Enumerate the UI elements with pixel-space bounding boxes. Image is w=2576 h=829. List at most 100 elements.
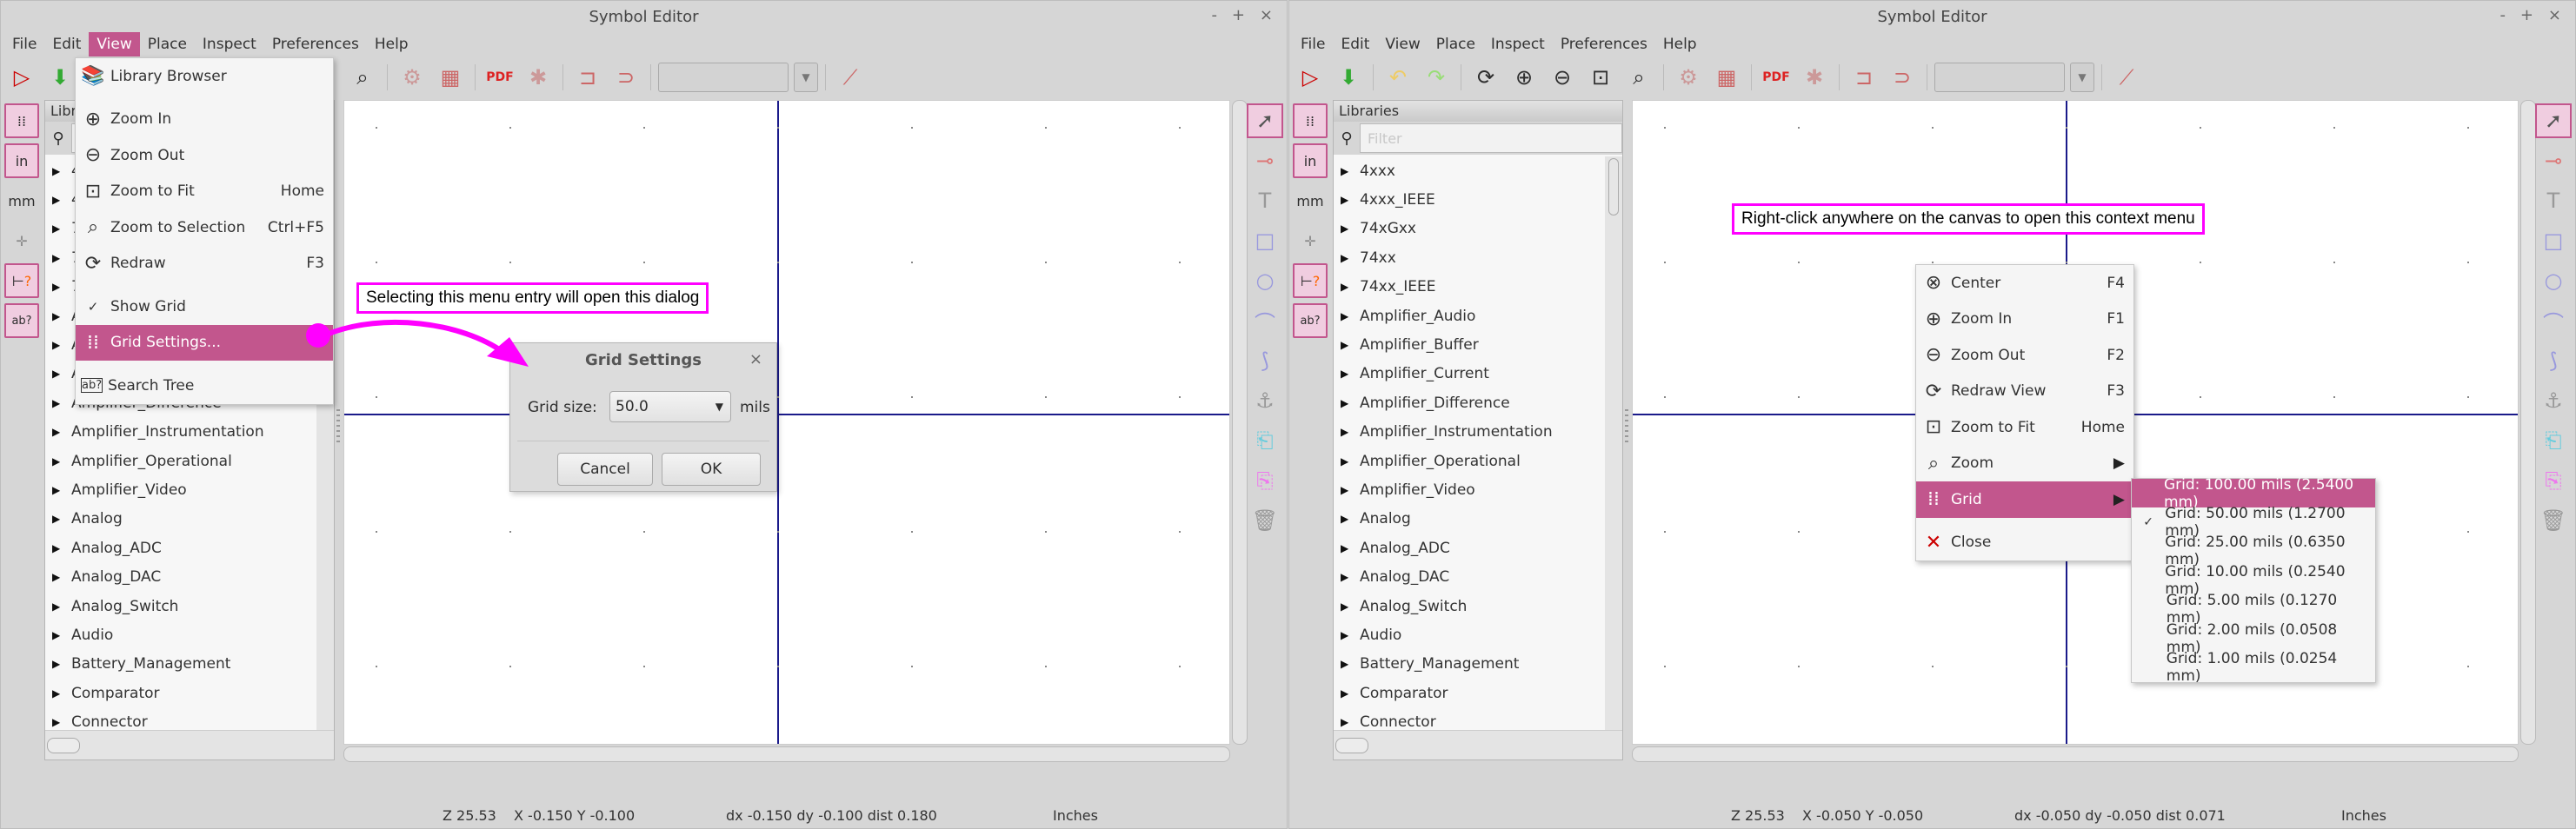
de-morgan-standard-icon[interactable]: ⊐ [1847, 60, 1881, 95]
menu-item-grid-25-00-mils-0-6350-mm[interactable]: Grid: 25.00 mils (0.6350 mm) [2132, 534, 2375, 568]
expand-arrow-icon[interactable]: ▶ [1334, 513, 1356, 525]
library-item[interactable]: ▶ Amplifier_Audio [1334, 302, 1605, 330]
add-text-icon[interactable]: T [1247, 183, 1283, 218]
add-polyline-icon[interactable]: ⟆ [2535, 343, 2572, 378]
close-window-button[interactable]: × [2548, 6, 2561, 24]
library-item[interactable]: ▶ Battery_Management [1334, 650, 1605, 679]
expand-arrow-icon[interactable]: ▶ [45, 194, 68, 206]
close-window-button[interactable]: × [1260, 6, 1273, 24]
search-tree-toggle-icon[interactable]: ab? [1293, 303, 1328, 338]
minimize-button[interactable]: - [2500, 6, 2506, 24]
de-morgan-alternate-icon[interactable]: ⊃ [609, 60, 643, 95]
select-tool-icon[interactable]: ➚ [2535, 103, 2572, 138]
save-icon[interactable]: ⬇ [43, 60, 77, 95]
expand-arrow-icon[interactable]: ▶ [45, 513, 68, 525]
export-graphics-icon[interactable]: ⎘ [1247, 463, 1283, 498]
menu-edit[interactable]: Edit [1333, 32, 1377, 56]
de-morgan-standard-icon[interactable]: ⊐ [570, 60, 605, 95]
menu-item-grid-10-00-mils-0-2540-mm[interactable]: Grid: 10.00 mils (0.2540 mm) [2132, 563, 2375, 598]
library-item[interactable]: ▶ Amplifier_Video [45, 475, 316, 504]
menu-item-zoom-to-fit[interactable]: ⊡ Zoom to Fit Home [1916, 409, 2133, 446]
menu-inspect[interactable]: Inspect [1483, 32, 1553, 56]
menu-place[interactable]: Place [140, 32, 195, 56]
expand-arrow-icon[interactable]: ▶ [1334, 194, 1356, 206]
add-arc-icon[interactable]: ⌒ [2535, 303, 2572, 338]
library-item[interactable]: ▶ Analog_Switch [45, 592, 316, 620]
grid-toggle-icon[interactable]: ⁞⁞ [4, 103, 39, 138]
unit-selector[interactable] [658, 63, 789, 92]
canvas-hscroll[interactable] [1632, 746, 2519, 762]
library-hscroll[interactable] [1334, 730, 1622, 759]
library-item[interactable]: ▶ Analog [1334, 505, 1605, 534]
maximize-button[interactable]: + [1232, 6, 1245, 24]
expand-arrow-icon[interactable]: ▶ [45, 165, 68, 177]
menu-item-zoom-out[interactable]: ⊖ Zoom Out [76, 137, 333, 174]
add-rectangle-icon[interactable]: □ [1247, 223, 1283, 258]
menu-help[interactable]: Help [1655, 32, 1705, 56]
expand-arrow-icon[interactable]: ▶ [45, 426, 68, 438]
library-item[interactable]: ▶ Comparator [45, 679, 316, 707]
add-pin-icon[interactable]: ⊸ [1247, 143, 1283, 178]
menu-item-close[interactable]: ✕ Close [1916, 525, 2133, 561]
library-item[interactable]: ▶ Analog_ADC [1334, 534, 1605, 562]
expand-arrow-icon[interactable]: ▶ [1334, 281, 1356, 293]
pdf-export-icon[interactable]: PDF [1759, 60, 1794, 95]
inches-units-icon[interactable]: in [4, 143, 39, 178]
canvas-vscroll[interactable] [2520, 100, 2536, 745]
import-graphics-icon[interactable]: ⎗ [1247, 423, 1283, 458]
expand-arrow-icon[interactable]: ▶ [45, 571, 68, 583]
select-tool-icon[interactable]: ➚ [1247, 103, 1283, 138]
library-item[interactable]: ▶ Analog_Switch [1334, 592, 1605, 620]
add-pin-icon[interactable]: ⊸ [2535, 143, 2572, 178]
canvas-hscroll[interactable] [343, 746, 1230, 762]
expand-arrow-icon[interactable]: ▶ [1334, 455, 1356, 468]
add-text-icon[interactable]: T [2535, 183, 2572, 218]
zoom-selection-icon[interactable]: ⌕ [345, 60, 380, 95]
menu-item-redraw[interactable]: ⟳ Redraw F3 [76, 246, 333, 282]
export-graphics-icon[interactable]: ⎘ [2535, 463, 2572, 498]
anchor-icon[interactable]: ⚓ [1247, 383, 1283, 418]
menu-item-grid[interactable]: ⁞⁞ Grid ▶ [1916, 481, 2133, 518]
expand-arrow-icon[interactable]: ▶ [1334, 687, 1356, 700]
expand-arrow-icon[interactable]: ▶ [1334, 426, 1356, 438]
unit-selector-arrow[interactable]: ▼ [794, 63, 818, 92]
expand-arrow-icon[interactable]: ▶ [45, 687, 68, 700]
library-item[interactable]: ▶ 74xx_IEEE [1334, 273, 1605, 302]
panel-splitter[interactable] [1625, 409, 1628, 444]
add-arc-icon[interactable]: ⌒ [1247, 303, 1283, 338]
library-item[interactable]: ▶ Amplifier_Instrumentation [1334, 418, 1605, 447]
pdf-export-icon[interactable]: PDF [483, 60, 517, 95]
library-item[interactable]: ▶ 4xxx_IEEE [1334, 185, 1605, 214]
library-item[interactable]: ▶ 4xxx [1334, 156, 1605, 185]
library-item[interactable]: ▶ 74xGxx [1334, 215, 1605, 243]
library-item[interactable]: ▶ Amplifier_Instrumentation [45, 418, 316, 447]
menu-help[interactable]: Help [367, 32, 416, 56]
expand-arrow-icon[interactable]: ▶ [45, 368, 68, 380]
expand-arrow-icon[interactable]: ▶ [1334, 484, 1356, 496]
maximize-button[interactable]: + [2520, 6, 2533, 24]
expand-arrow-icon[interactable]: ▶ [1334, 542, 1356, 554]
library-item[interactable]: ▶ Connector [1334, 707, 1605, 730]
inches-units-icon[interactable]: in [1293, 143, 1328, 178]
cursor-crosshair-icon[interactable]: ✛ [1293, 223, 1328, 258]
mm-units-icon[interactable]: mm [4, 183, 39, 218]
library-item[interactable]: ▶ 74xx [1334, 243, 1605, 272]
expand-arrow-icon[interactable]: ▶ [45, 600, 68, 613]
expand-arrow-icon[interactable]: ▶ [45, 484, 68, 496]
menu-item-grid-1-00-mils-0-0254-mm[interactable]: Grid: 1.00 mils (0.0254 mm) [2132, 650, 2375, 685]
menu-file[interactable]: File [1293, 32, 1333, 56]
save-icon[interactable]: ⬇ [1331, 60, 1366, 95]
expand-arrow-icon[interactable]: ▶ [45, 455, 68, 468]
library-filter-input[interactable] [1360, 123, 1622, 153]
menu-item-redraw-view[interactable]: ⟳ Redraw View F3 [1916, 374, 2133, 410]
unit-selector-arrow[interactable]: ▼ [2070, 63, 2094, 92]
library-item[interactable]: ▶ Analog [45, 505, 316, 534]
menu-item-zoom-in[interactable]: ⊕ Zoom In [76, 102, 333, 138]
menu-item-grid-100-00-mils-2-5400-mm[interactable]: Grid: 100.00 mils (2.5400 mm) [2132, 476, 2375, 511]
menu-item-center[interactable]: ⊗ Center F4 [1916, 265, 2133, 302]
menu-item-search-tree[interactable]: ab? Search Tree [76, 368, 333, 404]
show-pin-electrical-type-icon[interactable]: ⊢? [1293, 263, 1328, 298]
expand-arrow-icon[interactable]: ▶ [45, 281, 68, 293]
pin-table-icon[interactable]: ▦ [433, 60, 468, 95]
sync-pins-icon[interactable]: ⟋ [833, 60, 868, 95]
